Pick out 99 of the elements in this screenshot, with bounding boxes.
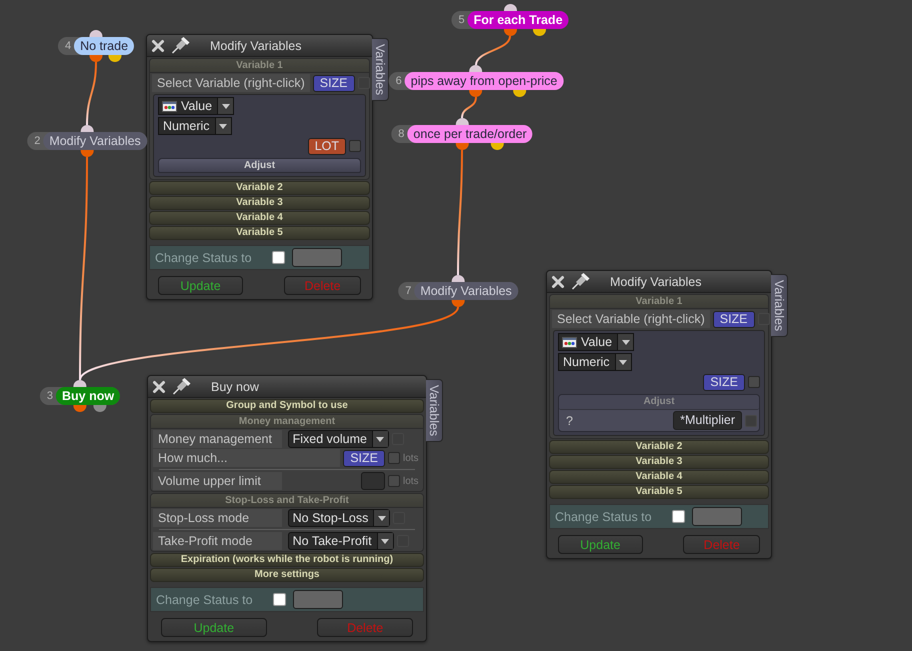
node-number: 7 <box>404 284 412 299</box>
variable-button[interactable]: *Multiplier <box>673 411 742 430</box>
node-label[interactable]: Buy now <box>56 387 120 405</box>
dropdown[interactable]: Fixed volume <box>288 430 389 448</box>
section-header[interactable]: Variable 1 <box>550 295 768 309</box>
pin-icon[interactable] <box>571 273 590 290</box>
close-icon[interactable] <box>151 38 165 52</box>
flow-node[interactable]: 8 once per trade/order <box>391 125 533 143</box>
node-number: 8 <box>397 127 406 142</box>
section-header[interactable]: Group and Symbol to use <box>150 399 424 413</box>
variable-button[interactable]: LOT <box>308 138 346 154</box>
caret-icon <box>378 516 386 520</box>
caret-icon <box>622 340 630 344</box>
close-icon[interactable] <box>152 380 166 394</box>
status-checkbox[interactable] <box>672 510 685 523</box>
unit-label: lots <box>403 452 420 464</box>
field-label: Stop-Loss mode <box>153 509 282 527</box>
caret-icon <box>376 436 384 442</box>
checkbox[interactable] <box>349 140 361 152</box>
section-header[interactable]: Variable 5 <box>149 226 370 240</box>
status-field[interactable] <box>292 248 342 267</box>
variables-tab[interactable]: Variables <box>426 379 443 442</box>
unit-label: lots <box>403 476 420 486</box>
node-number: 5 <box>457 13 466 28</box>
section-header[interactable]: Variable 4 <box>549 470 769 484</box>
flow-node[interactable]: 7 Modify Variables <box>398 282 518 300</box>
dropdown[interactable]: Value <box>158 97 234 115</box>
node-number: 2 <box>33 134 42 149</box>
status-label: Change Status to <box>155 250 253 264</box>
caret-icon <box>381 538 390 544</box>
caret-icon <box>619 360 628 364</box>
checkbox[interactable] <box>388 475 400 487</box>
window-title: Buy now <box>211 380 259 394</box>
connector-line <box>461 96 477 118</box>
field-label: ? <box>565 412 574 430</box>
caret-icon <box>219 124 228 128</box>
field-label: Select Variable (right-click) <box>552 310 710 328</box>
variable-button[interactable]: SIZE <box>343 450 385 466</box>
dropdown[interactable]: No Take-Profit <box>288 532 394 550</box>
flow-node[interactable]: 6 pips away from open-price <box>388 72 564 90</box>
dropdown[interactable]: Value <box>558 333 634 351</box>
flow-node[interactable]: 3 Buy now <box>40 387 120 405</box>
input-field[interactable] <box>361 472 385 490</box>
variable-button[interactable]: SIZE <box>312 74 355 92</box>
dropdown[interactable]: Numeric <box>558 353 632 371</box>
update-button[interactable]: Update <box>158 276 244 295</box>
field-label: Take-Profit mode <box>153 532 282 550</box>
variables-tab[interactable]: Variables <box>372 38 389 102</box>
checkbox[interactable] <box>748 376 760 388</box>
pin-icon[interactable] <box>172 378 191 395</box>
checkbox[interactable] <box>388 452 400 464</box>
section-header[interactable]: Variable 4 <box>149 211 370 225</box>
section-header[interactable]: Variable 3 <box>149 196 370 210</box>
status-label: Change Status to <box>156 592 254 606</box>
section-header[interactable]: Stop-Loss and Take-Profit <box>151 494 423 508</box>
variable-button[interactable]: SIZE <box>703 374 745 390</box>
update-button[interactable]: Update <box>558 535 643 554</box>
window-title: Modify Variables <box>210 38 302 52</box>
flow-node[interactable]: 4 No trade <box>58 37 134 55</box>
node-label[interactable]: once per trade/order <box>407 125 533 143</box>
status-checkbox[interactable] <box>272 251 285 264</box>
section-header[interactable]: Expiration (works while the robot is running) <box>150 553 424 567</box>
dropdown[interactable]: Numeric <box>158 117 232 135</box>
variables-tab[interactable]: Variables <box>771 274 788 338</box>
field-label: How much... <box>153 449 340 467</box>
subsection-header[interactable]: Adjust <box>158 158 361 173</box>
connector-line <box>86 62 97 126</box>
section-header[interactable]: Variable 5 <box>549 485 769 499</box>
node-number: 6 <box>394 74 403 89</box>
field-label: Select Variable (right-click) <box>152 74 310 92</box>
node-number: 3 <box>46 389 54 404</box>
dropdown[interactable]: No Stop-Loss <box>288 509 390 527</box>
status-label: Change Status to <box>555 510 653 524</box>
flow-node[interactable]: 5 For each Trade <box>451 11 569 29</box>
node-label[interactable]: For each Trade <box>468 11 569 29</box>
status-field[interactable] <box>293 590 343 609</box>
field-label: Money management <box>153 430 282 448</box>
node-number: 4 <box>64 39 72 54</box>
close-icon[interactable] <box>551 274 565 288</box>
update-button[interactable]: Update <box>160 618 267 637</box>
section-header[interactable]: Variable 2 <box>149 181 370 195</box>
field-label: Volume upper limit <box>153 472 282 490</box>
caret-icon <box>222 104 230 108</box>
section-header[interactable]: More settings <box>150 568 424 582</box>
window-title: Modify Variables <box>610 274 702 288</box>
node-label[interactable]: No trade <box>74 37 134 55</box>
section-header[interactable]: Variable 2 <box>549 440 769 454</box>
pin-icon[interactable] <box>171 37 190 54</box>
variable-button[interactable]: SIZE <box>712 310 755 328</box>
section-header[interactable]: Variable 1 <box>150 59 369 73</box>
flow-node[interactable]: 2 Modify Variables <box>27 132 147 150</box>
section-header[interactable]: Money management <box>151 415 423 429</box>
node-label[interactable]: Modify Variables <box>414 282 518 300</box>
status-field[interactable] <box>692 507 742 526</box>
node-label[interactable]: pips away from open-price <box>404 72 564 90</box>
status-checkbox[interactable] <box>273 593 286 606</box>
connector-line <box>475 36 511 66</box>
node-label[interactable]: Modify Variables <box>43 132 147 150</box>
section-header[interactable]: Variable 3 <box>549 455 769 469</box>
